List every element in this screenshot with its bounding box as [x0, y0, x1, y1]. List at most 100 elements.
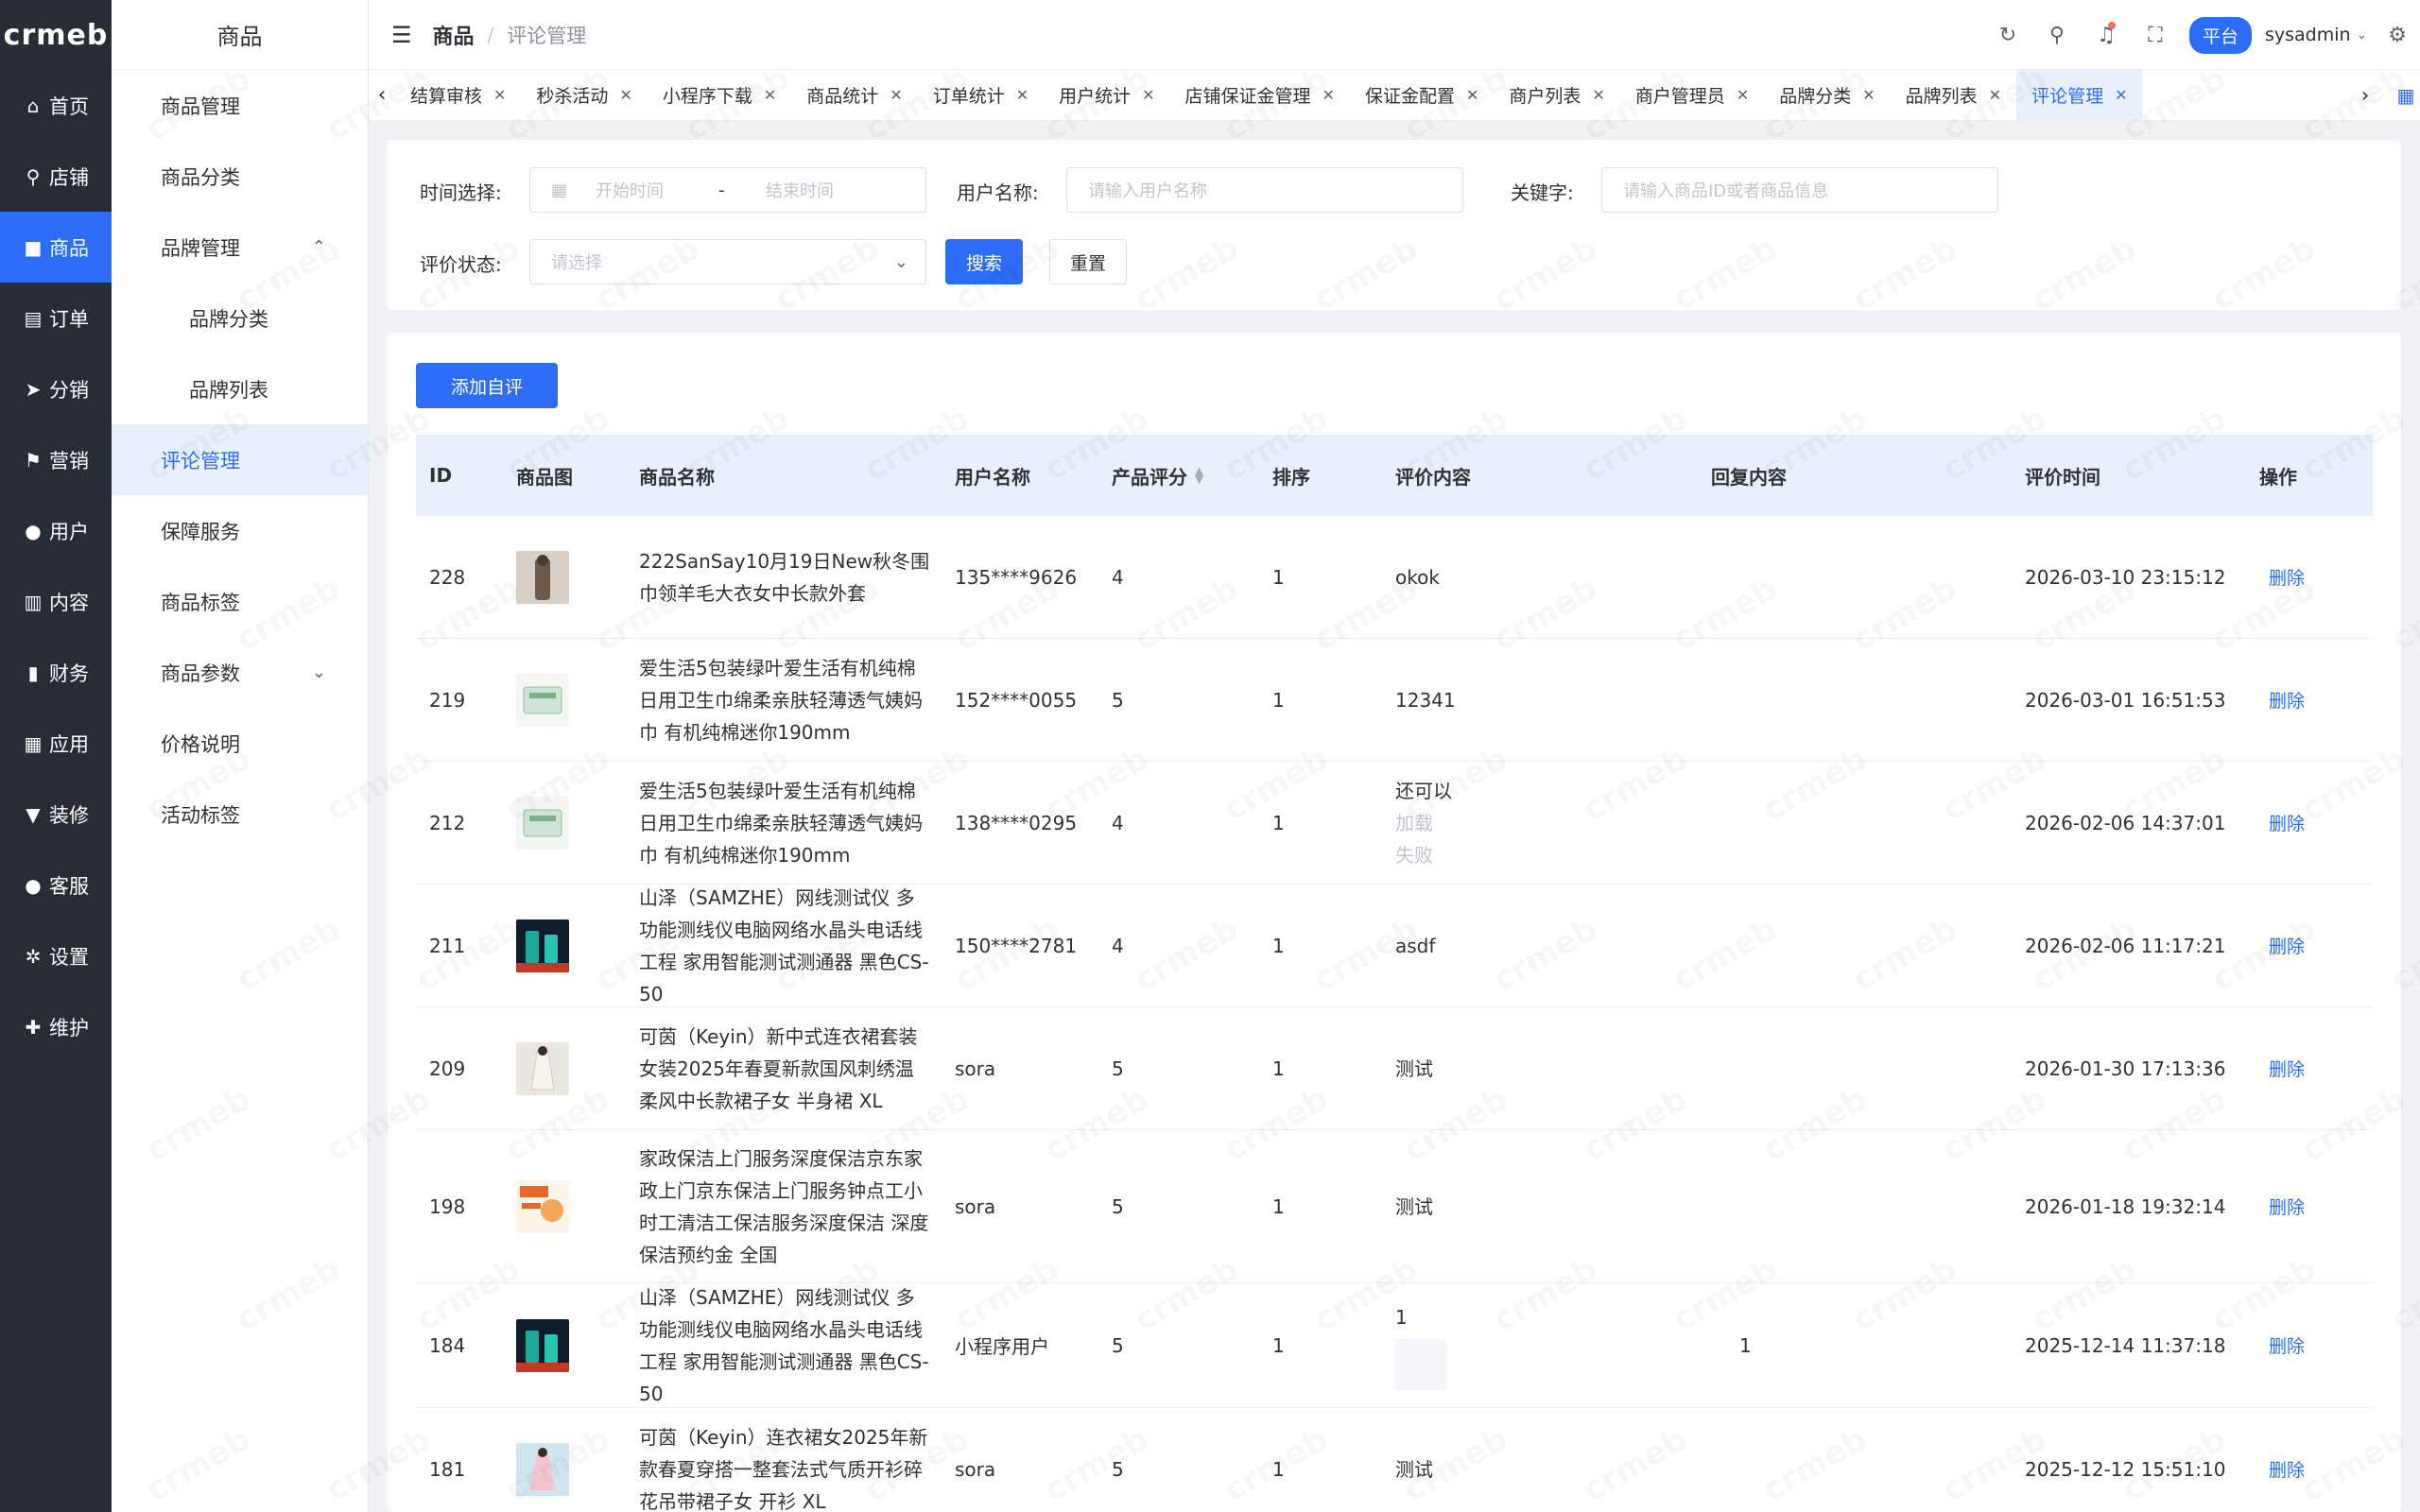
submenu-item[interactable]: 品牌列表 — [112, 353, 368, 424]
submenu-item[interactable]: 价格说明 — [112, 708, 368, 779]
keyword-input[interactable]: 请输入商品ID或者商品信息 — [1601, 167, 1998, 213]
end-time-input[interactable]: 结束时间 — [766, 178, 834, 202]
close-icon[interactable]: ✕ — [764, 86, 776, 104]
review-image[interactable] — [1395, 1338, 1446, 1390]
status-select-value: 请选择 — [551, 253, 602, 273]
rail-item[interactable]: ▮ 财务 — [0, 637, 112, 708]
username[interactable]: sysadmin — [2265, 25, 2351, 45]
tab[interactable]: 秒杀活动 ✕ — [521, 70, 647, 120]
tab[interactable]: 商品统计 ✕ — [791, 70, 917, 120]
submenu-item[interactable]: 活动标签 — [112, 779, 368, 850]
delete-link[interactable]: 删除 — [2269, 516, 2305, 638]
delete-link[interactable]: 删除 — [2269, 1283, 2305, 1407]
breadcrumb-separator: / — [487, 23, 494, 46]
product-image[interactable] — [516, 762, 569, 884]
user-name-input[interactable]: 请输入用户名称 — [1066, 167, 1463, 213]
start-time-input[interactable]: 开始时间 — [596, 178, 718, 202]
rail-item[interactable]: ▦ 应用 — [0, 708, 112, 779]
delete-link[interactable]: 删除 — [2269, 1007, 2305, 1129]
close-icon[interactable]: ✕ — [1466, 86, 1478, 104]
delete-link[interactable]: 删除 — [2269, 885, 2305, 1006]
delete-link[interactable]: 删除 — [2269, 762, 2305, 884]
submenu-item[interactable]: 商品分类 — [112, 141, 368, 212]
chevron-left-icon[interactable]: ‹ — [369, 83, 395, 107]
chevron-down-icon[interactable]: ⌄ — [2357, 27, 2368, 43]
platform-badge[interactable]: 平台 — [2188, 16, 2252, 54]
close-icon[interactable]: ✕ — [1142, 86, 1154, 104]
tab[interactable]: 小程序下载 ✕ — [648, 70, 791, 120]
delete-link[interactable]: 删除 — [2269, 1130, 2305, 1282]
close-icon[interactable]: ✕ — [890, 86, 902, 104]
close-icon[interactable]: ✕ — [1592, 86, 1604, 104]
fullscreen-icon[interactable]: ⛶ — [2131, 24, 2180, 47]
close-icon[interactable]: ✕ — [1322, 86, 1335, 104]
submenu-item[interactable]: 商品标签 — [112, 566, 368, 637]
rail-item[interactable]: ■ 商品 — [0, 212, 112, 283]
rail-item[interactable]: ➤ 分销 — [0, 353, 112, 424]
tab[interactable]: 保证金配置 ✕ — [1350, 70, 1494, 120]
rail-item[interactable]: ▼ 装修 — [0, 779, 112, 850]
grid-icon[interactable]: ▦ — [2392, 84, 2420, 107]
rail-item[interactable]: ▥ 内容 — [0, 566, 112, 637]
tab[interactable]: 品牌列表 ✕ — [1891, 70, 2016, 120]
menu-toggle-icon[interactable]: ☰ — [391, 22, 412, 48]
product-image[interactable] — [516, 1408, 569, 1512]
tab[interactable]: 商户管理员 ✕ — [1620, 70, 1764, 120]
time-label: 时间选择: — [420, 181, 502, 204]
submenu-item[interactable]: 保障服务 — [112, 495, 368, 566]
rail-item-label: 内容 — [49, 591, 89, 614]
reset-button[interactable]: 重置 — [1049, 239, 1127, 284]
product-image[interactable] — [516, 1007, 569, 1129]
date-range-picker[interactable]: ▦ 开始时间 - 结束时间 — [529, 167, 926, 213]
rail-item[interactable]: ✚ 维护 — [0, 991, 112, 1062]
rail-item[interactable]: ▤ 订单 — [0, 283, 112, 353]
close-icon[interactable]: ✕ — [493, 86, 506, 104]
rail-item[interactable]: ● 用户 — [0, 495, 112, 566]
product-image[interactable] — [516, 1283, 569, 1407]
search-icon[interactable]: ⚲ — [2032, 24, 2082, 47]
close-icon[interactable]: ✕ — [2115, 86, 2127, 104]
bell-icon[interactable]: ♫ — [2082, 21, 2131, 47]
chevron-right-icon[interactable]: › — [2339, 84, 2392, 108]
rail-item[interactable]: ● 客服 — [0, 850, 112, 920]
product-image[interactable] — [516, 516, 569, 638]
rail-item[interactable]: ✲ 设置 — [0, 920, 112, 991]
rail-item[interactable]: ⚲ 店铺 — [0, 141, 112, 212]
tab[interactable]: 店铺保证金管理 ✕ — [1170, 70, 1350, 120]
close-icon[interactable]: ✕ — [1737, 86, 1749, 104]
rail-item[interactable]: ⌂ 首页 — [0, 70, 112, 141]
close-icon[interactable]: ✕ — [1016, 86, 1028, 104]
breadcrumb-parent[interactable]: 商品 — [433, 20, 475, 50]
tab[interactable]: 结算审核 ✕ — [395, 70, 521, 120]
refresh-icon[interactable]: ↻ — [1983, 24, 2032, 47]
product-image[interactable] — [516, 1130, 569, 1282]
submenu-item[interactable]: 品牌分类 — [112, 283, 368, 353]
submenu-item[interactable]: 品牌管理 ⌃ — [112, 212, 368, 283]
status-select[interactable]: 请选择 ⌄ — [529, 239, 926, 284]
close-icon[interactable]: ✕ — [1989, 86, 2001, 104]
rail-item-label: 订单 — [49, 307, 89, 331]
tab[interactable]: 用户统计 ✕ — [1044, 70, 1169, 120]
delete-link[interactable]: 删除 — [2269, 1408, 2305, 1512]
submenu-item[interactable]: 商品管理 — [112, 70, 368, 141]
tab[interactable]: 品牌分类 ✕ — [1764, 70, 1890, 120]
submenu-item[interactable]: 商品参数 ⌄ — [112, 637, 368, 708]
close-icon[interactable]: ✕ — [1862, 86, 1875, 104]
tab[interactable]: 商户列表 ✕ — [1494, 70, 1619, 120]
close-icon[interactable]: ✕ — [619, 86, 631, 104]
tab-label: 商户管理员 — [1634, 86, 1725, 107]
rail-item[interactable]: ⚑ 营销 — [0, 424, 112, 495]
add-review-button[interactable]: 添加自评 — [416, 363, 558, 408]
content-text: 12341 — [1395, 688, 1456, 712]
product-image[interactable] — [516, 639, 569, 761]
col-score[interactable]: 产品评分 ▲ ▼ — [1112, 435, 1203, 516]
search-button[interactable]: 搜索 — [945, 239, 1023, 284]
submenu-item[interactable]: 评论管理 — [112, 424, 368, 495]
tab[interactable]: 评论管理 ✕ — [2016, 70, 2143, 120]
product-image[interactable] — [516, 885, 569, 1006]
tab[interactable]: 订单统计 ✕ — [918, 70, 1044, 120]
gear-icon[interactable]: ⚙ — [2388, 24, 2407, 47]
sort-icon[interactable]: ▲ ▼ — [1195, 465, 1203, 485]
col-name: 商品名称 — [639, 465, 715, 489]
delete-link[interactable]: 删除 — [2269, 639, 2305, 761]
